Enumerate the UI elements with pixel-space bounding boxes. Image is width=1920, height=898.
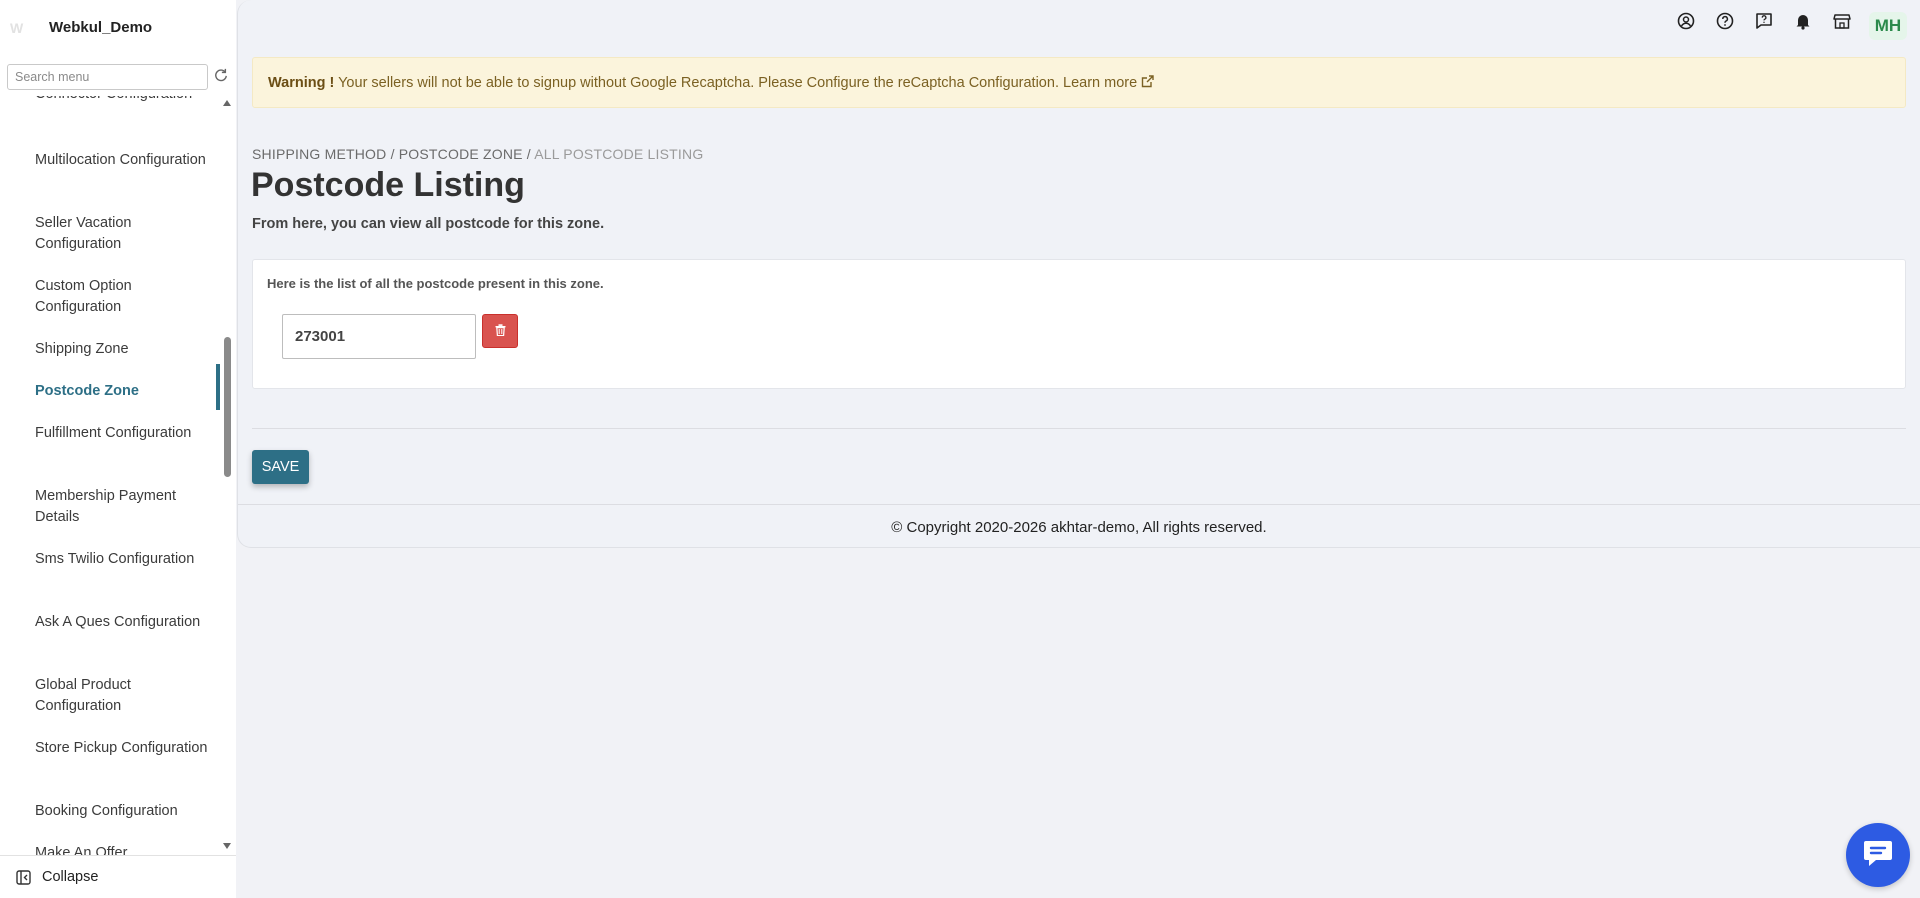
divider	[252, 428, 1906, 429]
sidebar-scrollbar-thumb[interactable]	[224, 337, 231, 477]
postcode-card: Here is the list of all the postcode pre…	[252, 259, 1906, 389]
sidebar-item-postcode-zone[interactable]: Postcode Zone	[35, 381, 215, 402]
sidebar-item-custom-option-configuration[interactable]: Custom Option Configuration	[35, 276, 215, 318]
external-link-icon	[1141, 59, 1154, 88]
chat-button[interactable]	[1846, 823, 1910, 887]
sidebar-item-sms-twilio-configuration[interactable]: Sms Twilio Configuration	[35, 549, 215, 570]
breadcrumb-shipping-method[interactable]: SHIPPING METHOD	[252, 146, 386, 162]
save-button[interactable]: SAVE	[252, 450, 309, 484]
svg-text:W: W	[10, 20, 24, 36]
learn-more-label: Learn more	[1063, 75, 1138, 91]
sidebar-item-connector-configuration[interactable]: Connector Configuration	[35, 96, 215, 105]
sidebar-item-store-pickup-configuration[interactable]: Store Pickup Configuration	[35, 738, 215, 759]
brand: W Webkul_Demo	[0, 0, 236, 56]
breadcrumb-postcode-zone[interactable]: POSTCODE ZONE	[399, 146, 523, 162]
page-title: Postcode Listing	[251, 166, 525, 204]
trash-icon	[495, 323, 506, 339]
breadcrumb-current: ALL POSTCODE LISTING	[534, 146, 704, 162]
postcode-list-note: Here is the list of all the postcode pre…	[267, 276, 604, 291]
learn-more-link[interactable]: Learn more	[1063, 75, 1154, 91]
collapse-icon	[16, 870, 31, 885]
sidebar-item-global-product-configuration[interactable]: Global Product Configuration	[35, 675, 215, 717]
menu-list: Connector Configuration Multilocation Con…	[0, 96, 236, 856]
breadcrumb: SHIPPING METHOD / POSTCODE ZONE / ALL PO…	[252, 146, 703, 162]
feedback-icon[interactable]	[1755, 12, 1773, 30]
sidebar-item-fulfillment-configuration[interactable]: Fulfillment Configuration	[35, 423, 215, 444]
sidebar-item-membership-payment-details[interactable]: Membership Payment Details	[35, 486, 215, 528]
delete-postcode-button[interactable]	[482, 314, 518, 348]
breadcrumb-separator: /	[390, 146, 399, 162]
scroll-down-arrow[interactable]	[223, 843, 231, 849]
warning-message: Your sellers will not be able to signup …	[338, 75, 1059, 91]
brand-name[interactable]: Webkul_Demo	[49, 19, 152, 36]
postcode-field[interactable]	[282, 314, 476, 359]
active-indicator	[216, 364, 220, 410]
refresh-icon[interactable]	[214, 68, 230, 84]
collapse-label: Collapse	[42, 869, 99, 885]
help-icon[interactable]	[1716, 12, 1734, 30]
sidebar: W Webkul_Demo Connector Configuration Mul…	[0, 0, 236, 898]
menu-search	[7, 64, 208, 90]
copyright-text: © Copyright 2020-2026 akhtar-demo, All r…	[891, 519, 1267, 536]
sidebar-item-shipping-zone[interactable]: Shipping Zone	[35, 339, 215, 360]
warning-label: Warning !	[268, 75, 335, 91]
sidebar-item-booking-configuration[interactable]: Booking Configuration	[35, 801, 215, 822]
chat-icon	[1862, 838, 1894, 873]
store-icon[interactable]	[1833, 12, 1851, 30]
brand-logo: W	[8, 18, 36, 38]
sidebar-item-multilocation-configuration[interactable]: Multilocation Configuration	[35, 150, 215, 171]
sidebar-item-seller-vacation-configuration[interactable]: Seller Vacation Configuration	[35, 213, 215, 255]
page-subtitle: From here, you can view all postcode for…	[252, 216, 605, 232]
bell-icon[interactable]	[1794, 12, 1812, 30]
account-circle-icon[interactable]	[1677, 12, 1695, 30]
collapse-button[interactable]: Collapse	[0, 855, 236, 898]
scroll-up-arrow[interactable]	[223, 100, 231, 106]
search-menu-input[interactable]	[7, 64, 208, 90]
footer-divider	[238, 504, 1920, 505]
recaptcha-warning-banner: Warning ! Your sellers will not be able …	[252, 57, 1906, 108]
avatar[interactable]: MH	[1869, 12, 1907, 40]
sidebar-item-ask-a-ques-configuration[interactable]: Ask A Ques Configuration	[35, 612, 215, 633]
